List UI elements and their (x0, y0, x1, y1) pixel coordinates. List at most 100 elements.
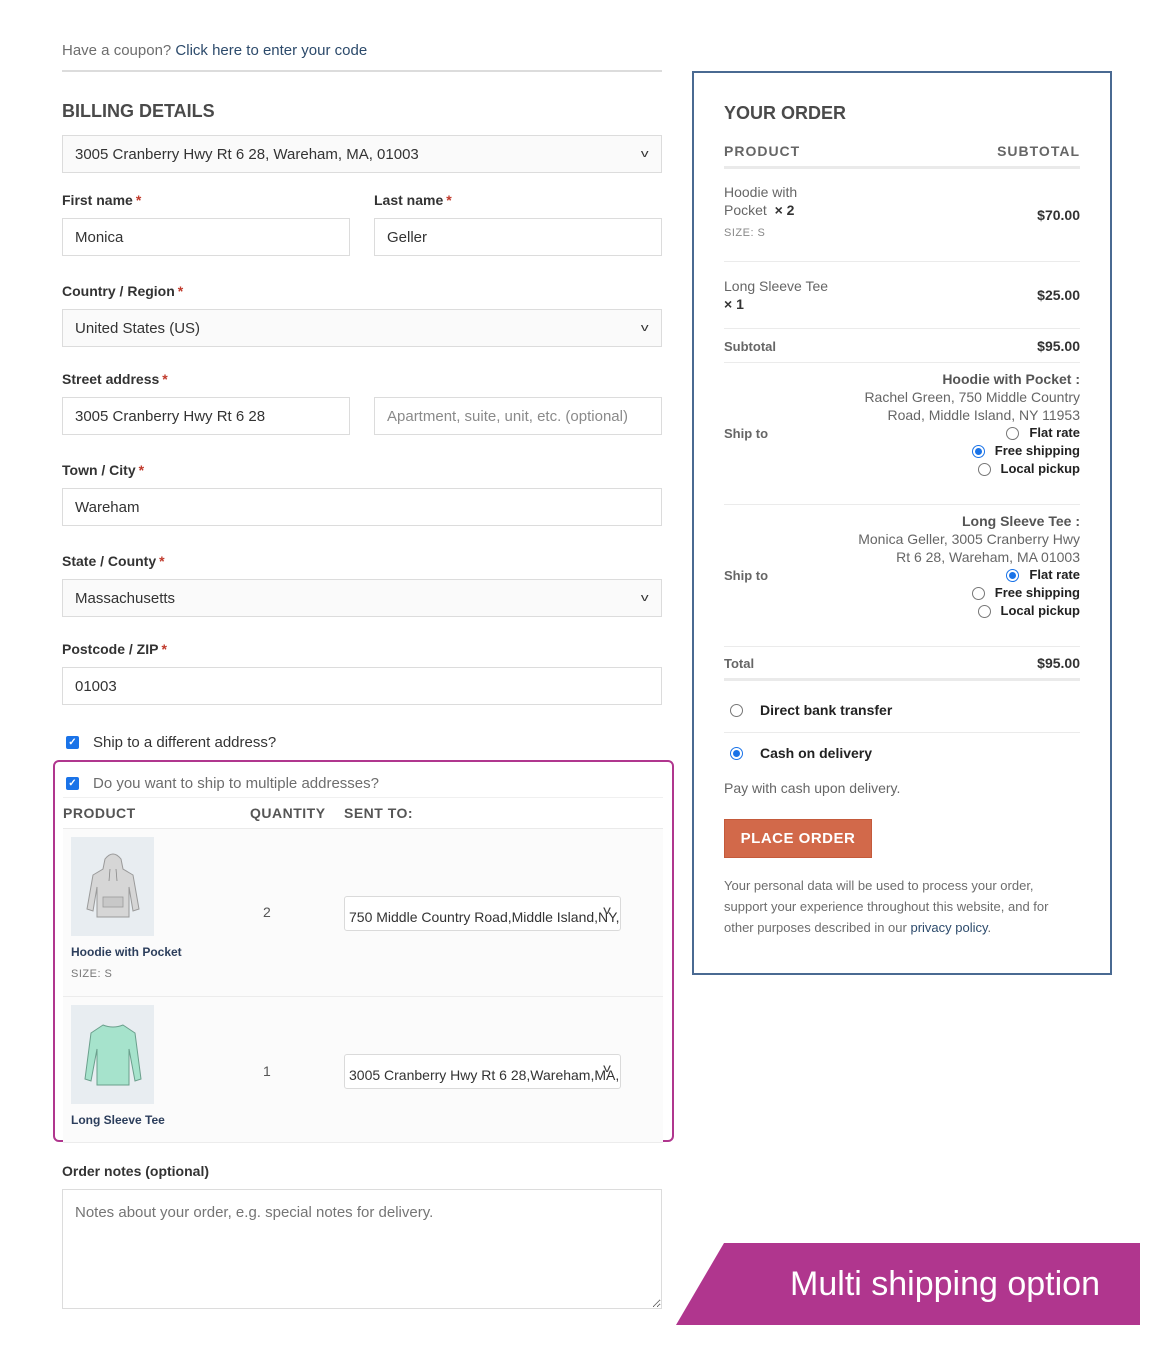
shipping-address: Rt 6 28, Wareham, MA 01003 (896, 549, 1080, 565)
radio-selected-icon (730, 746, 743, 760)
divider (724, 328, 1080, 329)
order-title: YOUR ORDER (724, 103, 847, 123)
divider (724, 362, 1080, 363)
multi-ship-label: Do you want to ship to multiple addresse… (93, 775, 379, 792)
first-name-label: First name * (62, 192, 142, 208)
subtotal-label: Subtotal (724, 339, 776, 354)
privacy-policy-link[interactable]: privacy policy (910, 920, 987, 935)
chevron-down-icon: v (603, 1061, 611, 1075)
long-sleeve-tee-image (83, 1023, 142, 1085)
city-input[interactable]: Wareham (62, 488, 662, 526)
product-size: SIZE: S (71, 968, 113, 980)
payment-bank-transfer[interactable]: Direct bank transfer (730, 702, 892, 718)
header-sent-to: SENT TO: (344, 805, 414, 821)
chevron-down-icon: v (640, 322, 649, 334)
multi-ship-table: PRODUCT QUANTITY SENT TO: Hoodie with Po… (63, 797, 663, 1143)
coupon-link[interactable]: Click here to enter your code (175, 42, 367, 59)
hoodie-image (85, 853, 140, 917)
sent-to-select[interactable]: 3005 Cranberry Hwy Rt 6 28,Wareham,MA, v (344, 1054, 621, 1089)
shipping-option-local-pickup[interactable]: Local pickup (864, 460, 1080, 478)
product-link[interactable]: Long Sleeve Tee (71, 1113, 165, 1127)
street-input[interactable]: 3005 Cranberry Hwy Rt 6 28 (62, 397, 350, 435)
chevron-down-icon: v (640, 148, 649, 160)
order-item-name: Long Sleeve Tee × 1 (724, 278, 829, 312)
first-name-input[interactable]: Monica (62, 218, 350, 256)
checkmark-icon: ✓ (66, 777, 79, 790)
banner-text: Multi shipping option (790, 1264, 1100, 1303)
street-label: Street address * (62, 371, 168, 387)
header-subtotal: SUBTOTAL (997, 143, 1080, 159)
state-label: State / County * (62, 553, 165, 569)
order-table-header: PRODUCT SUBTOTAL (724, 143, 1080, 169)
radio-icon (977, 462, 991, 476)
shipping-option-free[interactable]: Free shipping (858, 584, 1080, 602)
chevron-down-icon: v (640, 592, 649, 604)
radio-selected-icon (971, 444, 985, 458)
order-item-meta: SIZE: S (724, 227, 766, 239)
multi-ship-section: ✓ Do you want to ship to multiple addres… (53, 760, 674, 1143)
divider (62, 70, 662, 72)
chevron-down-icon: v (603, 903, 611, 917)
multi-ship-checkbox[interactable]: ✓ Do you want to ship to multiple addres… (66, 775, 379, 792)
hoodie-thumbnail[interactable] (71, 837, 154, 936)
table-row: Long Sleeve Tee 1 3005 Cranberry Hwy Rt … (63, 997, 663, 1143)
shipping-option-free[interactable]: Free shipping (864, 442, 1080, 460)
shipping-package: Long Sleeve Tee : Monica Geller, 3005 Cr… (858, 512, 1080, 620)
payment-cash-on-delivery[interactable]: Cash on delivery (730, 745, 872, 761)
shipping-address: Road, Middle Island, NY 11953 (887, 407, 1081, 423)
order-item-price: $25.00 (1037, 287, 1080, 303)
divider (724, 261, 1080, 262)
radio-icon (1006, 426, 1020, 440)
saved-address-value: 3005 Cranberry Hwy Rt 6 28, Wareham, MA,… (75, 145, 419, 163)
shipping-address: Monica Geller, 3005 Cranberry Hwy (858, 531, 1080, 547)
city-label: Town / City * (62, 462, 145, 478)
divider (724, 678, 1080, 681)
country-label: Country / Region * (62, 283, 184, 299)
header-product: PRODUCT (724, 143, 801, 159)
order-notes-label: Order notes (optional) (62, 1163, 209, 1179)
radio-icon (730, 703, 743, 717)
last-name-input[interactable]: Geller (374, 218, 662, 256)
radio-selected-icon (1006, 568, 1020, 582)
zip-input[interactable]: 01003 (62, 667, 662, 705)
header-product: PRODUCT (63, 805, 136, 821)
divider (724, 504, 1080, 505)
subtotal-value: $95.00 (1037, 338, 1080, 354)
shipping-option-flat-rate[interactable]: Flat rate (858, 566, 1080, 584)
sent-to-select[interactable]: 750 Middle Country Road,Middle Island,NY… (344, 896, 621, 931)
divider (724, 732, 1080, 733)
state-value: Massachusetts (75, 589, 176, 607)
shipping-address: Rachel Green, 750 Middle Country (864, 389, 1080, 405)
sent-to-value: 750 Middle Country Road,Middle Island,NY… (349, 909, 620, 925)
country-select[interactable]: United States (US) v (62, 309, 662, 347)
zip-label: Postcode / ZIP * (62, 641, 167, 657)
saved-address-select[interactable]: 3005 Cranberry Hwy Rt 6 28, Wareham, MA,… (62, 135, 662, 173)
coupon-prompt: Have a coupon? (62, 42, 172, 59)
privacy-notice: Your personal data will be used to proce… (724, 878, 1049, 935)
radio-icon (971, 586, 985, 600)
shipping-package: Hoodie with Pocket : Rachel Green, 750 M… (864, 370, 1080, 478)
sent-to-value: 3005 Cranberry Hwy Rt 6 28,Wareham,MA, (349, 1067, 620, 1083)
total-label: Total (724, 656, 755, 671)
shipping-option-flat-rate[interactable]: Flat rate (864, 424, 1080, 442)
total-value: $95.00 (1037, 655, 1080, 671)
payment-description: Pay with cash upon delivery. (724, 780, 901, 796)
state-select[interactable]: Massachusetts v (62, 579, 662, 617)
apartment-input[interactable]: Apartment, suite, unit, etc. (optional) (374, 397, 662, 435)
shipping-option-local-pickup[interactable]: Local pickup (858, 602, 1080, 620)
ship-different-label: Ship to a different address? (93, 734, 277, 751)
feature-banner: Multi shipping option (676, 1243, 1140, 1325)
country-value: United States (US) (75, 319, 201, 337)
last-name-label: Last name * (374, 192, 452, 208)
tee-thumbnail[interactable] (71, 1005, 154, 1104)
product-link[interactable]: Hoodie with Pocket (71, 945, 182, 959)
place-order-button[interactable]: PLACE ORDER (724, 819, 872, 858)
billing-title: BILLING DETAILS (62, 101, 215, 121)
order-item-price: $70.00 (1037, 207, 1080, 223)
ship-different-checkbox[interactable]: ✓ Ship to a different address? (66, 734, 276, 751)
order-notes-input[interactable] (62, 1189, 662, 1309)
checkmark-icon: ✓ (66, 736, 79, 749)
radio-icon (977, 604, 991, 618)
coupon-notice: Have a coupon? Click here to enter your … (62, 42, 367, 59)
shipping-product: Hoodie with Pocket : (942, 371, 1080, 387)
